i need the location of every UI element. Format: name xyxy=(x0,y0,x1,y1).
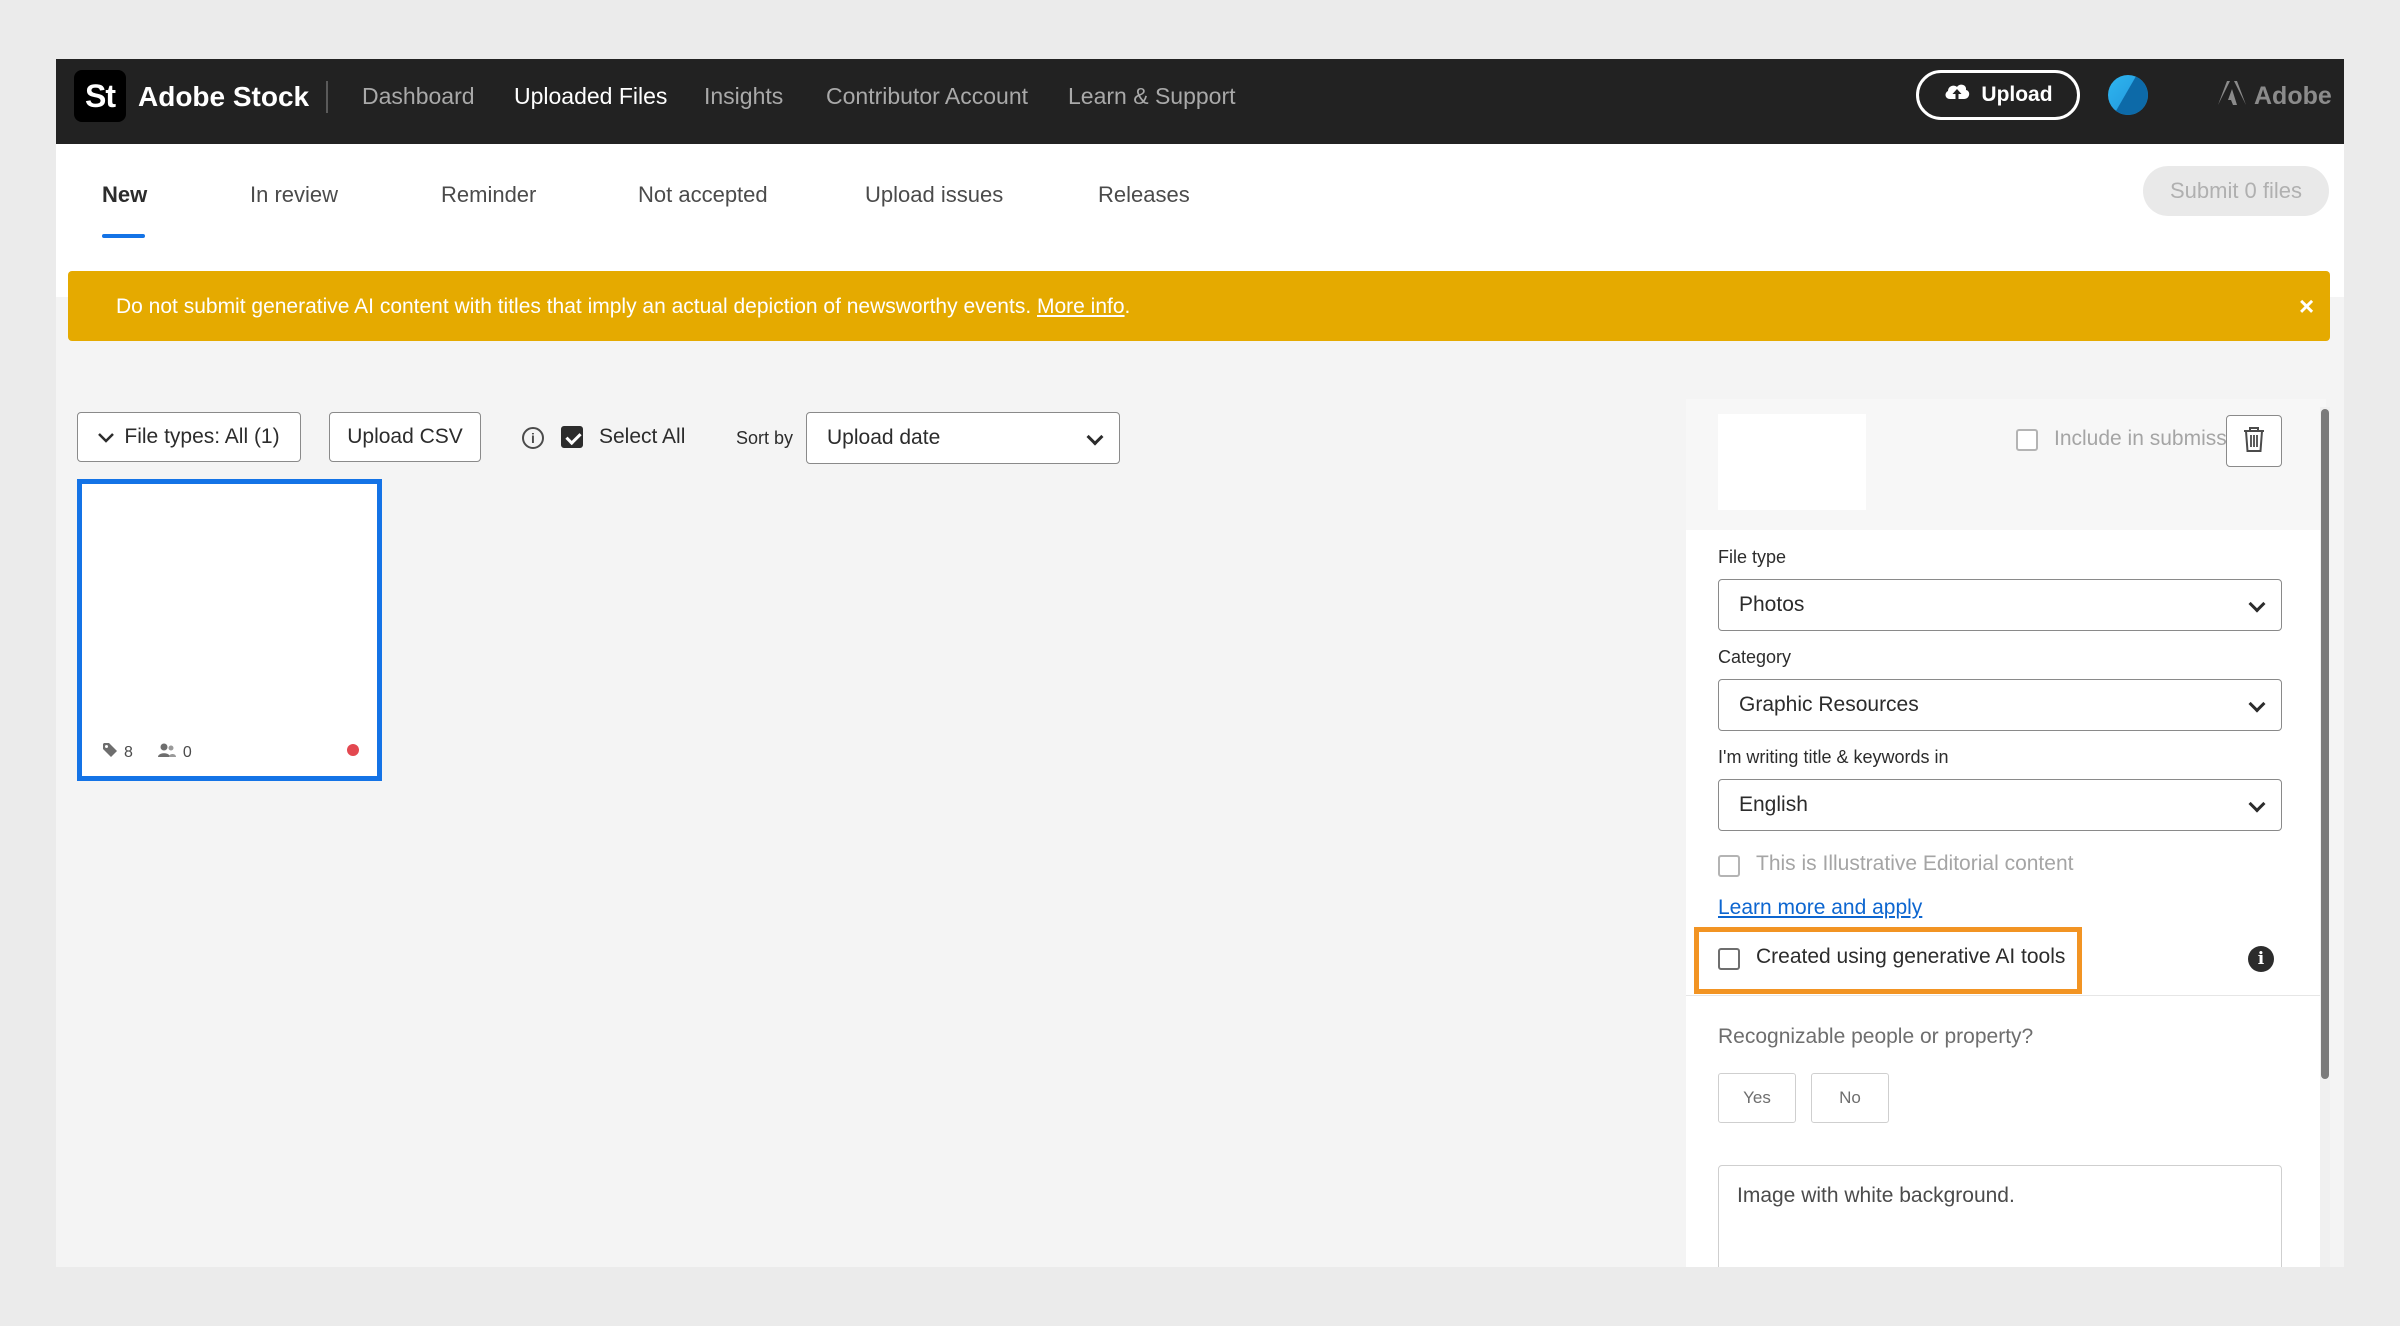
more-info-link[interactable]: More info xyxy=(1037,295,1125,318)
active-tab-indicator xyxy=(102,234,145,238)
illustrative-editorial-label: This is Illustrative Editorial content xyxy=(1756,852,2074,875)
include-in-submission-label: Include in submission xyxy=(2054,427,2255,450)
file-type-label: File type xyxy=(1718,547,1787,567)
brand-name[interactable]: Adobe Stock xyxy=(138,81,309,113)
warning-banner: Do not submit generative AI content with… xyxy=(68,271,2330,341)
chevron-down-icon xyxy=(2248,595,2266,613)
tab-upload-issues[interactable]: Upload issues xyxy=(865,182,1003,208)
tab-reminder[interactable]: Reminder xyxy=(441,182,536,208)
tab-new[interactable]: New xyxy=(102,182,147,208)
category-select[interactable]: Graphic Resources xyxy=(1718,679,2282,731)
thumbnail-meta: 8 0 xyxy=(102,742,192,763)
info-icon[interactable]: i xyxy=(2248,946,2274,972)
include-in-submission-checkbox[interactable] xyxy=(2016,429,2038,451)
submit-files-button[interactable]: Submit 0 files xyxy=(2143,166,2329,216)
adobe-stock-logo[interactable]: St xyxy=(74,70,126,122)
language-select[interactable]: English xyxy=(1718,779,2282,831)
info-icon[interactable]: i xyxy=(522,427,544,449)
user-avatar[interactable] xyxy=(2108,75,2148,115)
nav-contributor-account[interactable]: Contributor Account xyxy=(826,83,1028,110)
learn-more-link[interactable]: Learn more and apply xyxy=(1718,896,1922,920)
upload-label: Upload xyxy=(1981,83,2053,106)
panel-header: Include in submission xyxy=(1686,399,2326,530)
section-divider xyxy=(1686,995,2326,996)
brand-divider xyxy=(326,81,328,113)
banner-text: Do not submit generative AI content with… xyxy=(116,295,1032,318)
language-label: I'm writing title & keywords in xyxy=(1718,747,1949,767)
trash-icon xyxy=(2242,425,2266,458)
file-types-dropdown[interactable]: File types: All (1) xyxy=(77,412,301,462)
adobe-icon xyxy=(2218,81,2246,112)
tab-releases[interactable]: Releases xyxy=(1098,182,1190,208)
upload-csv-button[interactable]: Upload CSV xyxy=(329,412,481,462)
generative-ai-label[interactable]: Created using generative AI tools xyxy=(1756,945,2065,969)
adobe-logo[interactable]: Adobe xyxy=(2218,81,2332,112)
select-all-checkbox[interactable] xyxy=(561,426,583,448)
people-count: 0 xyxy=(157,742,192,763)
file-details-panel: Include in submission xyxy=(1686,399,2326,1267)
nav-learn-support[interactable]: Learn & Support xyxy=(1068,83,1236,110)
adobe-label: Adobe xyxy=(2254,82,2332,110)
yes-button[interactable]: Yes xyxy=(1718,1073,1796,1123)
selected-file-preview xyxy=(1718,414,1866,510)
chevron-down-icon xyxy=(2248,695,2266,713)
status-dot xyxy=(347,744,359,756)
upload-button[interactable]: Upload xyxy=(1916,70,2080,120)
generative-ai-checkbox[interactable] xyxy=(1718,948,1740,970)
chevron-down-icon xyxy=(1086,428,1104,446)
nav-uploaded-files[interactable]: Uploaded Files xyxy=(514,83,667,110)
tab-in-review[interactable]: In review xyxy=(250,182,338,208)
file-thumbnail[interactable]: 8 0 xyxy=(77,479,382,781)
banner-period: . xyxy=(1124,295,1131,318)
file-types-label: File types: All (1) xyxy=(124,425,280,448)
nav-insights[interactable]: Insights xyxy=(704,83,783,110)
delete-button[interactable] xyxy=(2226,415,2282,467)
chevron-down-icon xyxy=(2248,795,2266,813)
tab-not-accepted[interactable]: Not accepted xyxy=(638,182,768,208)
title-textarea[interactable]: Image with white background. xyxy=(1718,1165,2282,1267)
no-button[interactable]: No xyxy=(1811,1073,1889,1123)
language-value: English xyxy=(1739,793,1808,816)
banner-message: Do not submit generative AI content with… xyxy=(116,295,1130,319)
tag-icon xyxy=(102,742,118,763)
cloud-upload-icon xyxy=(1943,81,1971,109)
sort-value: Upload date xyxy=(827,426,941,449)
select-all-label[interactable]: Select All xyxy=(599,425,685,449)
illustrative-editorial-checkbox[interactable] xyxy=(1718,855,1740,877)
nav-dashboard[interactable]: Dashboard xyxy=(362,83,475,110)
sort-by-select[interactable]: Upload date xyxy=(806,412,1120,464)
top-navigation-bar: St Adobe Stock Dashboard Uploaded Files … xyxy=(56,59,2344,144)
close-icon[interactable]: × xyxy=(2299,291,2314,322)
people-icon xyxy=(157,742,177,763)
panel-scrollbar-thumb[interactable] xyxy=(2321,409,2329,1079)
file-type-value: Photos xyxy=(1739,593,1805,616)
recognizable-people-question: Recognizable people or property? xyxy=(1718,1025,2034,1048)
people-count-value: 0 xyxy=(182,743,192,761)
category-value: Graphic Resources xyxy=(1739,693,1919,716)
keywords-count: 8 xyxy=(102,742,133,763)
file-type-select[interactable]: Photos xyxy=(1718,579,2282,631)
category-label: Category xyxy=(1718,647,1792,667)
app-window: St Adobe Stock Dashboard Uploaded Files … xyxy=(56,59,2344,1267)
keywords-count-value: 8 xyxy=(124,743,133,761)
chevron-down-icon xyxy=(98,425,115,449)
sort-by-label: Sort by xyxy=(736,428,794,448)
